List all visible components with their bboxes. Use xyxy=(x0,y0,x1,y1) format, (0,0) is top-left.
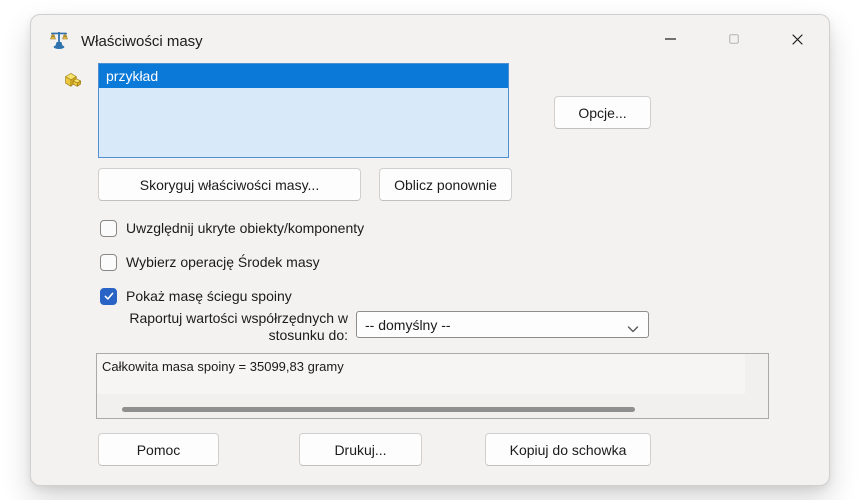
override-mass-properties-button[interactable]: Skoryguj właściwości masy... xyxy=(98,168,361,201)
report-coordinates-label: Raportuj wartości współrzędnych w stosun… xyxy=(104,310,348,344)
list-item[interactable]: przykład xyxy=(99,64,508,88)
horizontal-scrollbar[interactable] xyxy=(97,404,768,416)
dialog-title: Właściwości masy xyxy=(81,30,203,54)
chevron-down-icon xyxy=(627,321,639,330)
minimize-button[interactable] xyxy=(648,21,692,57)
part-document-icon xyxy=(58,68,86,96)
checkbox-center-of-mass[interactable] xyxy=(100,254,117,271)
dropdown-selected-value: -- domyślny -- xyxy=(365,317,451,333)
mass-properties-dialog: Właściwości masy przykład Opcje... Skory… xyxy=(30,14,830,486)
total-weld-mass-text: Całkowita masa spoiny = 35099,83 gramy xyxy=(102,359,344,374)
checkbox-hidden-bodies[interactable] xyxy=(100,220,117,237)
options-button[interactable]: Opcje... xyxy=(554,96,651,129)
maximize-button xyxy=(712,21,756,57)
help-button[interactable]: Pomoc xyxy=(98,433,219,466)
checkbox-row-center-of-mass[interactable]: Wybierz operację Środek masy xyxy=(100,253,320,271)
recalculate-button[interactable]: Oblicz ponownie xyxy=(379,168,512,201)
checkbox-weld-bead-mass[interactable] xyxy=(100,288,117,305)
checkbox-row-hidden-bodies[interactable]: Uwzględnij ukryte obiekty/komponenty xyxy=(100,219,364,237)
close-button[interactable] xyxy=(775,21,819,57)
results-panel: Całkowita masa spoiny = 35099,83 gramy xyxy=(96,353,769,419)
balance-scale-icon xyxy=(47,28,71,52)
copy-to-clipboard-button[interactable]: Kopiuj do schowka xyxy=(485,433,651,466)
scrollbar-thumb[interactable] xyxy=(122,407,635,412)
document-listbox[interactable]: przykład xyxy=(98,63,509,158)
checkbox-label: Pokaż masę ściegu spoiny xyxy=(126,288,292,304)
print-button[interactable]: Drukuj... xyxy=(299,433,422,466)
coordinate-system-dropdown[interactable]: -- domyślny -- xyxy=(356,311,649,338)
checkbox-label: Uwzględnij ukryte obiekty/komponenty xyxy=(126,220,364,236)
checkbox-row-weld-bead-mass[interactable]: Pokaż masę ściegu spoiny xyxy=(100,287,292,305)
checkbox-label: Wybierz operację Środek masy xyxy=(126,254,320,270)
